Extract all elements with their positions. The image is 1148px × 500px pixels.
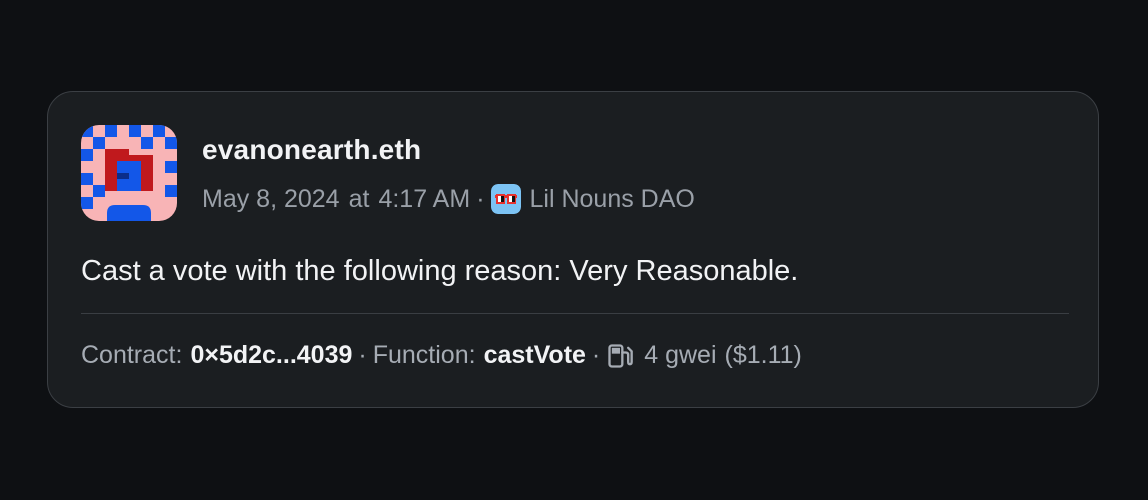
lil-nouns-glasses-icon bbox=[490, 184, 521, 214]
function-name: castVote bbox=[483, 341, 586, 369]
dao-name[interactable]: Lil Nouns DAO bbox=[530, 185, 695, 214]
noun-avatar-icon bbox=[81, 125, 177, 221]
meta-separator: · bbox=[476, 184, 485, 213]
footer-separator: · bbox=[591, 341, 601, 369]
post-at: at bbox=[348, 184, 370, 213]
author-avatar[interactable] bbox=[81, 125, 177, 221]
transaction-footer: Contract: 0×5d2c...4039 · Function: cast… bbox=[81, 341, 802, 370]
gas-usd: ($1.11) bbox=[724, 341, 802, 369]
author-name[interactable]: evanonearth.eth bbox=[202, 134, 421, 166]
post-date: May 8, 2024 bbox=[202, 184, 340, 213]
contract-address[interactable]: 0×5d2c...4039 bbox=[190, 341, 352, 370]
divider bbox=[81, 313, 1069, 314]
cast-card: evanonearth.eth May 8, 2024 at 4:17 AM ·… bbox=[47, 91, 1099, 408]
cast-text: Cast a vote with the following reason: V… bbox=[81, 255, 799, 287]
function-label: Function: bbox=[372, 341, 476, 369]
footer-separator: · bbox=[358, 341, 367, 369]
gas-price: 4 gwei bbox=[644, 341, 717, 369]
contract-label: Contract: bbox=[81, 341, 183, 369]
post-time[interactable]: 4:17 AM bbox=[378, 185, 470, 214]
post-meta: May 8, 2024 at 4:17 AM · Lil Nouns DAO bbox=[202, 184, 695, 214]
gas-pump-icon bbox=[608, 343, 634, 368]
